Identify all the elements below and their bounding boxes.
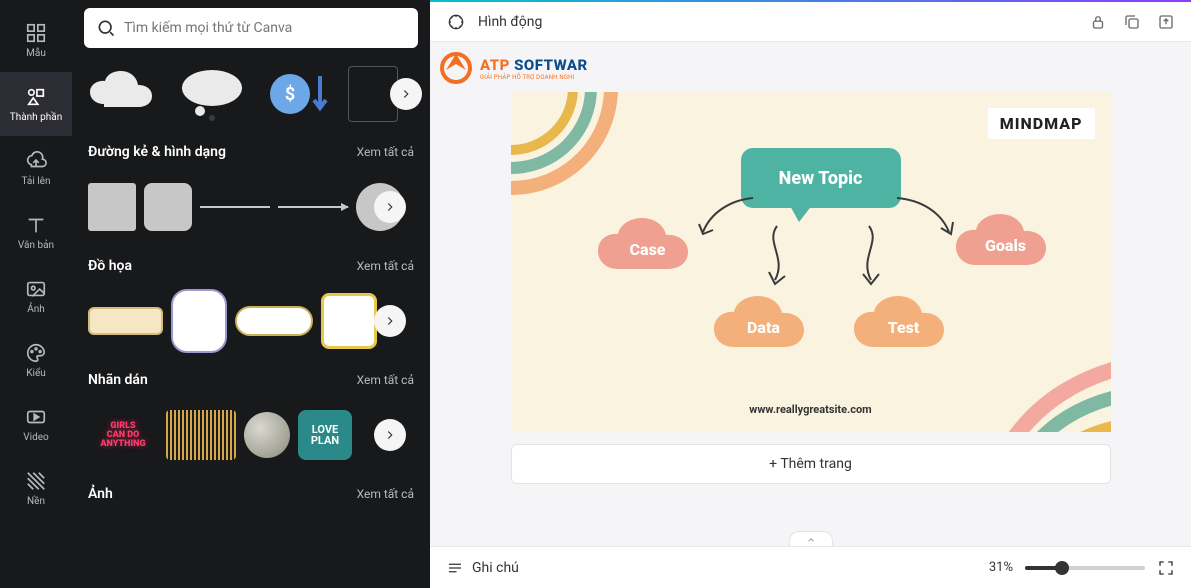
- text-icon: [25, 214, 47, 236]
- lines-section-title: Đường kẻ & hình dạng: [88, 144, 226, 160]
- node-test[interactable]: Test: [849, 292, 959, 362]
- notes-button[interactable]: Ghi chú: [446, 559, 519, 577]
- recent-thumb[interactable]: [172, 64, 252, 124]
- node-goals[interactable]: Goals: [951, 210, 1061, 280]
- mindmap-title[interactable]: MINDMAP: [988, 108, 1095, 139]
- background-icon: [25, 470, 47, 492]
- recent-row: $: [72, 56, 430, 132]
- photo-icon: [25, 278, 47, 300]
- nav-elements-label: Thành phần: [10, 112, 63, 123]
- fullscreen-icon[interactable]: [1157, 559, 1175, 577]
- zoom-slider[interactable]: [1025, 566, 1145, 570]
- search-input[interactable]: [124, 20, 406, 36]
- lock-icon[interactable]: [1089, 13, 1107, 31]
- photos-see-all[interactable]: Xem tất cả: [357, 487, 414, 501]
- notes-icon: [446, 559, 464, 577]
- nav-background-label: Nền: [27, 496, 45, 507]
- nav-styles[interactable]: Kiểu: [0, 328, 72, 392]
- scroll-right-button[interactable]: [374, 419, 406, 451]
- sticker-item[interactable]: GIRLS CAN DO ANYTHING: [88, 410, 158, 460]
- elements-panel: $ Đường kẻ & hình dạng Xem tất cả Đồ họa…: [72, 0, 430, 588]
- nav-video[interactable]: Video: [0, 392, 72, 456]
- recent-thumb[interactable]: [84, 64, 164, 124]
- nav-photos-label: Ảnh: [27, 304, 45, 315]
- scroll-right-button[interactable]: [374, 305, 406, 337]
- upload-icon: [25, 150, 47, 172]
- nav-elements[interactable]: Thành phần: [0, 72, 72, 136]
- connector-arrow-icon: [851, 222, 891, 292]
- graphic-item[interactable]: [321, 293, 377, 349]
- site-url[interactable]: www.reallygreatsite.com: [511, 403, 1111, 416]
- add-page-button[interactable]: + Thêm trang: [511, 444, 1111, 484]
- lines-see-all[interactable]: Xem tất cả: [357, 145, 414, 159]
- logo-mark-icon: [436, 48, 476, 88]
- recent-thumb[interactable]: $: [260, 64, 340, 124]
- graphic-item[interactable]: [88, 307, 163, 335]
- nav-text-label: Văn bản: [18, 240, 54, 251]
- bottom-bar: Ghi chú 31%: [430, 546, 1191, 588]
- context-toolbar: Hình động: [430, 2, 1191, 42]
- arrow-shape[interactable]: [278, 206, 348, 208]
- palette-icon: [25, 342, 47, 364]
- search-box[interactable]: [84, 8, 418, 48]
- topic-bubble[interactable]: New Topic: [741, 148, 901, 208]
- nav-text[interactable]: Văn bản: [0, 200, 72, 264]
- export-icon[interactable]: [1157, 13, 1175, 31]
- graphics-section-title: Đồ họa: [88, 258, 132, 274]
- thought-bubble-icon: [172, 64, 252, 124]
- rounded-square-shape[interactable]: [144, 183, 192, 231]
- square-shape[interactable]: [88, 183, 136, 231]
- decor-arc-tl: [511, 92, 621, 198]
- nav-templates-label: Mẫu: [26, 48, 46, 59]
- money-down-icon: $: [260, 64, 340, 124]
- page-tray-handle[interactable]: [789, 531, 833, 546]
- search-icon: [96, 18, 116, 38]
- nav-background[interactable]: Nền: [0, 456, 72, 520]
- node-case[interactable]: Case: [593, 214, 703, 284]
- design-page[interactable]: MINDMAP New Topic Case Goals Data Test: [511, 92, 1111, 432]
- graphic-item[interactable]: [235, 306, 313, 336]
- photos-section-title: Ảnh: [88, 486, 113, 502]
- duplicate-icon[interactable]: [1123, 13, 1141, 31]
- zoom-handle[interactable]: [1055, 561, 1069, 575]
- sticker-item[interactable]: LOVE PLAN: [298, 410, 352, 460]
- scroll-right-button[interactable]: [390, 78, 422, 110]
- cloud-shape-icon: [84, 69, 164, 119]
- nav-uploads[interactable]: Tải lên: [0, 136, 72, 200]
- line-shape[interactable]: [200, 206, 270, 208]
- connector-arrow-icon: [757, 222, 797, 292]
- graphics-see-all[interactable]: Xem tất cả: [357, 259, 414, 273]
- nav-video-label: Video: [23, 432, 48, 443]
- stickers-section-title: Nhãn dán: [88, 372, 148, 388]
- logo-tagline: GIẢI PHÁP HỖ TRỢ DOANH NGHI: [480, 74, 588, 81]
- animate-icon[interactable]: [446, 12, 466, 32]
- logo-title: ATP SOFTWAR: [480, 56, 588, 74]
- chevron-right-icon: [383, 200, 397, 214]
- elements-icon: [25, 86, 47, 108]
- node-data[interactable]: Data: [709, 292, 819, 362]
- nav-styles-label: Kiểu: [26, 368, 46, 379]
- nav-uploads-label: Tải lên: [21, 176, 50, 187]
- brand-logo: ATP SOFTWAR GIẢI PHÁP HỖ TRỢ DOANH NGHI: [436, 48, 588, 88]
- nav-templates[interactable]: Mẫu: [0, 8, 72, 72]
- scroll-right-button[interactable]: [374, 191, 406, 223]
- left-nav: Mẫu Thành phần Tải lên Văn bản Ảnh Kiểu …: [0, 0, 72, 588]
- zoom-value[interactable]: 31%: [989, 560, 1013, 575]
- canvas-area[interactable]: ATP SOFTWAR GIẢI PHÁP HỖ TRỢ DOANH NGHI …: [430, 42, 1191, 546]
- chevron-right-icon: [383, 428, 397, 442]
- animate-label[interactable]: Hình động: [478, 14, 542, 30]
- chevron-up-icon: [805, 535, 817, 545]
- templates-icon: [25, 22, 47, 44]
- sticker-item[interactable]: [244, 412, 290, 458]
- chevron-right-icon: [383, 314, 397, 328]
- nav-photos[interactable]: Ảnh: [0, 264, 72, 328]
- graphic-item[interactable]: [171, 289, 227, 353]
- sticker-item[interactable]: [166, 410, 236, 460]
- chevron-right-icon: [399, 87, 413, 101]
- main-area: Hình động ATP SOFTWAR GIẢI PHÁP HỖ TRỢ D…: [430, 0, 1191, 588]
- stickers-see-all[interactable]: Xem tất cả: [357, 373, 414, 387]
- video-icon: [25, 406, 47, 428]
- svg-text:$: $: [285, 84, 295, 105]
